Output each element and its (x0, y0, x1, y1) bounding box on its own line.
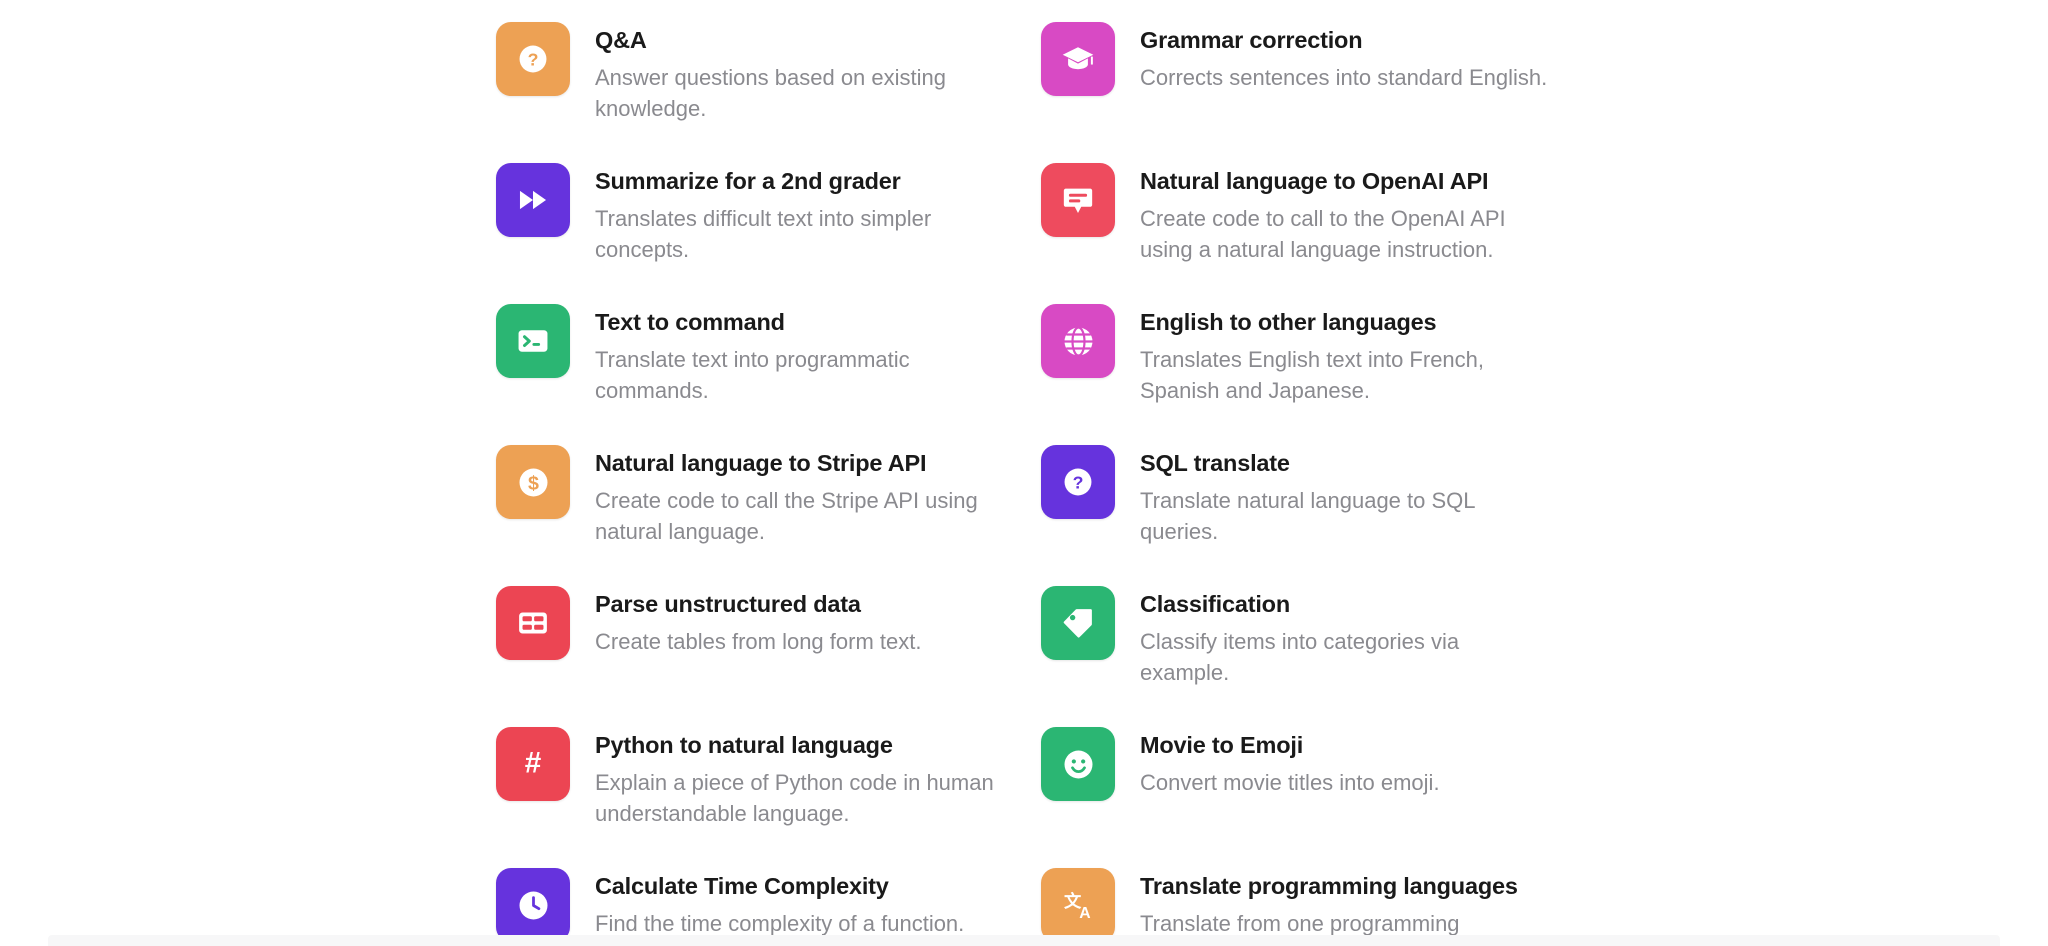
example-card[interactable]: $ Natural language to Stripe API Create co… (496, 431, 1041, 572)
example-card-text: Grammar correction Corrects sentences int… (1140, 22, 1547, 93)
example-card-text: Q&A Answer questions based on existing kn… (595, 22, 1005, 125)
example-card-text: English to other languages Translates Eng… (1140, 304, 1550, 407)
example-title: Parse unstructured data (595, 591, 861, 617)
example-card[interactable]: Parse unstructured data Create tables fro… (496, 572, 1041, 713)
example-title: Natural language to OpenAI API (1140, 168, 1489, 194)
example-description: Explain a piece of Python code in human … (595, 770, 994, 827)
terminal-icon (496, 304, 570, 378)
fast-forward-icon (496, 163, 570, 237)
svg-text:#: # (525, 747, 542, 780)
example-title: Q&A (595, 27, 647, 53)
example-card-text: Movie to Emoji Convert movie titles into … (1140, 727, 1440, 798)
example-card[interactable]: English to other languages Translates Eng… (1041, 290, 1576, 431)
example-description: Convert movie titles into emoji. (1140, 770, 1440, 796)
example-description: Corrects sentences into standard English… (1140, 65, 1548, 91)
example-title: Natural language to Stripe API (595, 450, 927, 476)
example-description: Translates English text into French, Spa… (1140, 347, 1485, 404)
example-card-text: Python to natural language Explain a piec… (595, 727, 1005, 830)
example-card[interactable]: Classification Classify items into catego… (1041, 572, 1576, 713)
example-card[interactable]: Movie to Emoji Convert movie titles into … (1041, 713, 1576, 854)
example-card[interactable]: Calculate Time Complexity Find the time c… (496, 854, 1041, 946)
table-grid-icon (496, 586, 570, 660)
footer-band (48, 935, 2000, 946)
example-card-text: Classification Classify items into catego… (1140, 586, 1550, 689)
example-card-text: Natural language to OpenAI API Create cod… (1140, 163, 1550, 266)
examples-gallery-page: ? Q&A Answer questions based on existing k… (0, 0, 2048, 946)
example-title: SQL translate (1140, 450, 1290, 476)
example-description: Create tables from long form text. (595, 629, 922, 655)
example-title: Classification (1140, 591, 1290, 617)
translate-icon: 文A (1041, 868, 1115, 942)
hash-icon: # (496, 727, 570, 801)
example-card-text: Text to command Translate text into progr… (595, 304, 1005, 407)
example-title: Text to command (595, 309, 785, 335)
svg-text:$: $ (528, 472, 539, 494)
example-title: Grammar correction (1140, 27, 1363, 53)
example-card[interactable]: ? Q&A Answer questions based on existing k… (496, 8, 1041, 149)
example-card[interactable]: # Python to natural language Explain a pie… (496, 713, 1041, 854)
chat-bubble-icon (1041, 163, 1115, 237)
graduation-cap-icon (1041, 22, 1115, 96)
clock-icon (496, 868, 570, 942)
example-card-text: SQL translate Translate natural language … (1140, 445, 1550, 548)
example-card[interactable]: ? SQL translate Translate natural language… (1041, 431, 1576, 572)
example-card-text: Calculate Time Complexity Find the time c… (595, 868, 964, 939)
example-description: Translate natural language to SQL querie… (1140, 488, 1475, 545)
example-card[interactable]: Text to command Translate text into progr… (496, 290, 1041, 431)
example-title: Translate programming languages (1140, 873, 1518, 899)
example-title: Calculate Time Complexity (595, 873, 889, 899)
question-mark-circle-icon: ? (496, 22, 570, 96)
example-title: Python to natural language (595, 732, 893, 758)
example-title: English to other languages (1140, 309, 1437, 335)
smiley-face-icon (1041, 727, 1115, 801)
svg-text:?: ? (1073, 473, 1084, 493)
tag-icon (1041, 586, 1115, 660)
question-mark-circle-icon: ? (1041, 445, 1115, 519)
example-card[interactable]: Natural language to OpenAI API Create cod… (1041, 149, 1576, 290)
example-card[interactable]: 文 A Translate programming languages Transla… (1041, 854, 1576, 946)
example-card-text: Parse unstructured data Create tables fro… (595, 586, 921, 657)
example-description: Create code to call the Stripe API using… (595, 488, 978, 545)
example-card-text: Natural language to Stripe API Create cod… (595, 445, 1005, 548)
example-description: Create code to call to the OpenAI API us… (1140, 206, 1506, 263)
example-description: Translates difficult text into simpler c… (595, 206, 932, 263)
example-description: Classify items into categories via examp… (1140, 629, 1460, 686)
example-card[interactable]: Grammar correction Corrects sentences int… (1041, 8, 1576, 149)
dollar-coin-icon: $ (496, 445, 570, 519)
examples-grid: ? Q&A Answer questions based on existing k… (496, 8, 1576, 946)
example-title: Summarize for a 2nd grader (595, 168, 901, 194)
example-description: Answer questions based on existing knowl… (595, 65, 946, 122)
svg-text:A: A (1079, 905, 1090, 922)
example-title: Movie to Emoji (1140, 732, 1304, 758)
example-card-text: Summarize for a 2nd grader Translates dif… (595, 163, 1005, 266)
svg-text:?: ? (528, 50, 539, 70)
example-description: Translate text into programmatic command… (595, 347, 910, 404)
example-card[interactable]: Summarize for a 2nd grader Translates dif… (496, 149, 1041, 290)
globe-icon (1041, 304, 1115, 378)
